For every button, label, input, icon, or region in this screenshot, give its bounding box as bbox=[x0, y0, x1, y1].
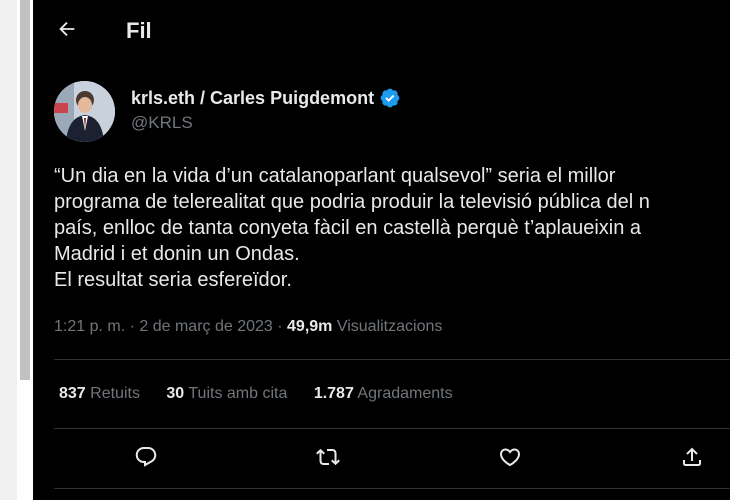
tweet-time[interactable]: 1:21 p. m. bbox=[54, 318, 125, 335]
back-button[interactable] bbox=[53, 17, 81, 45]
likes-label: Agradaments bbox=[353, 385, 453, 402]
meta-separator: · bbox=[272, 318, 288, 335]
share-icon bbox=[680, 445, 704, 474]
reply-icon bbox=[134, 445, 158, 474]
author-handle[interactable]: @KRLS bbox=[131, 112, 401, 134]
divider bbox=[54, 359, 730, 360]
author-name-row[interactable]: krls.eth / Carles Puigdemont bbox=[131, 86, 401, 110]
avatar[interactable] bbox=[54, 81, 115, 142]
tweet-meta: 1:21 p. m. · 2 de març de 2023 · 49,9m V… bbox=[54, 315, 442, 339]
likes-stat[interactable]: 1.787 Agradaments bbox=[314, 382, 453, 406]
tweet-line: El resultat seria esfereïdor. bbox=[54, 269, 292, 291]
retweet-button[interactable] bbox=[313, 444, 343, 474]
scrollbar-thumb[interactable] bbox=[20, 0, 30, 380]
views-count[interactable]: 49,9m bbox=[287, 318, 332, 335]
tweet-line: país, enlloc de tanta conyeta fàcil en c… bbox=[54, 217, 642, 239]
tweet-author: krls.eth / Carles Puigdemont @KRLS bbox=[131, 86, 401, 134]
author-name[interactable]: krls.eth / Carles Puigdemont bbox=[131, 86, 374, 110]
verified-badge-icon[interactable] bbox=[379, 87, 401, 109]
tweet-date[interactable]: 2 de març de 2023 bbox=[139, 318, 272, 335]
quotes-stat[interactable]: 30 Tuits amb cita bbox=[166, 382, 287, 406]
retweets-stat[interactable]: 837 Retuits bbox=[59, 382, 140, 406]
tweet-thread-view: Fil krls.eth / Carles Puigdemont @KRLS “… bbox=[33, 0, 730, 500]
reply-button[interactable] bbox=[131, 444, 161, 474]
retweet-icon bbox=[316, 445, 340, 474]
retweets-count: 837 bbox=[59, 385, 86, 402]
views-label: Visualitzacions bbox=[332, 318, 443, 335]
tweet-line: programa de telerealitat que podria prod… bbox=[54, 191, 650, 213]
arrow-left-icon bbox=[56, 18, 78, 45]
page-title: Fil bbox=[126, 18, 152, 43]
tweet-line: Madrid i et donin un Ondas. bbox=[54, 243, 300, 265]
likes-count: 1.787 bbox=[313, 385, 354, 402]
divider bbox=[54, 428, 730, 429]
thread-header: Fil bbox=[33, 0, 730, 62]
meta-separator: · bbox=[125, 318, 140, 335]
tweet-stats: 837 Retuits 30 Tuits amb cita 1.787 Agra… bbox=[59, 382, 475, 406]
heart-icon bbox=[498, 445, 522, 474]
quotes-count: 30 bbox=[166, 385, 185, 402]
quotes-label: Tuits amb cita bbox=[184, 385, 288, 402]
scrollbar[interactable] bbox=[17, 0, 33, 500]
divider bbox=[54, 488, 730, 489]
tweet-text: “Un dia en la vida d’un catalanoparlant … bbox=[54, 163, 650, 293]
share-button[interactable] bbox=[677, 444, 707, 474]
like-button[interactable] bbox=[495, 444, 525, 474]
tweet-line: “Un dia en la vida d’un catalanoparlant … bbox=[54, 165, 616, 187]
retweets-label: Retuits bbox=[85, 385, 140, 402]
